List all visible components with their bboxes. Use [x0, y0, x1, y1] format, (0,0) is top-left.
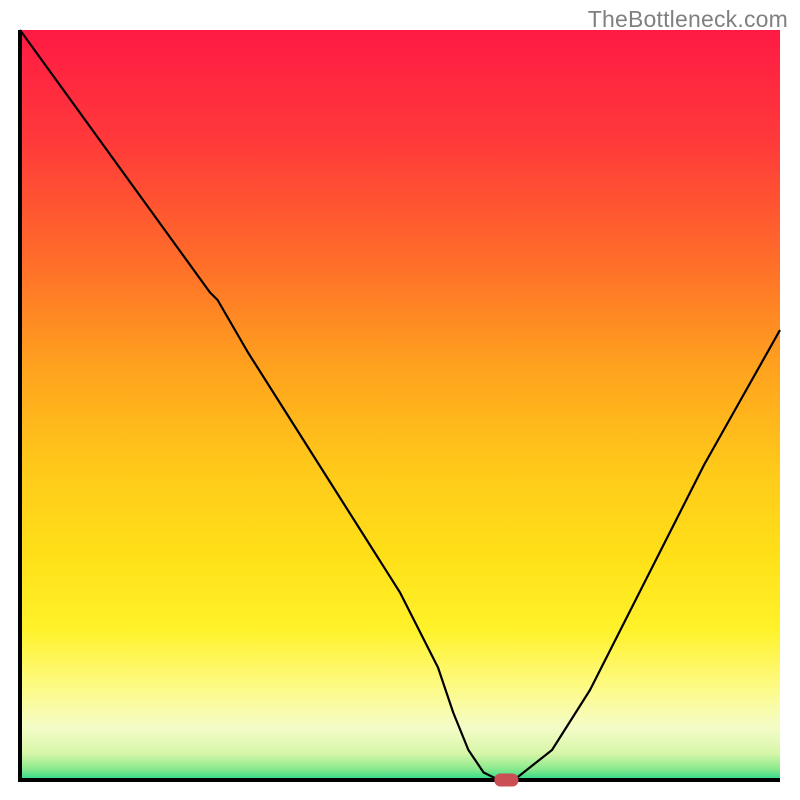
chart-background: [20, 30, 780, 780]
bottleneck-chart: [0, 0, 800, 800]
watermark-text: TheBottleneck.com: [588, 6, 788, 33]
chart-container: TheBottleneck.com: [0, 0, 800, 800]
optimum-marker: [494, 774, 518, 787]
